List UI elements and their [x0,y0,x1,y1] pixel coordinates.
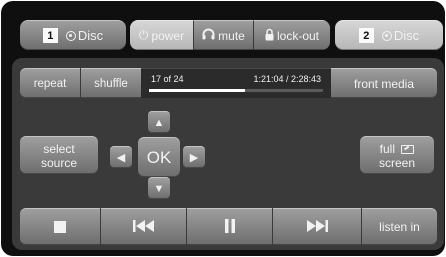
power-label: power [151,28,185,43]
track-position: 17 of 24 [151,74,184,84]
pause-icon [224,218,235,236]
progress-fill [149,89,245,92]
zone-source-label: Disc [393,28,420,43]
select-source-line1: select [43,141,75,156]
power-icon: ⏻ [138,28,149,42]
progress-bar[interactable] [149,89,323,92]
next-track-button[interactable] [273,208,361,245]
disc-icon [381,30,392,41]
zone-number: 1 [42,28,58,43]
lock-out-label: lock-out [276,28,320,43]
disc-icon [65,30,76,41]
left-arrow-button[interactable]: ◀ [110,146,132,168]
skip-next-icon [306,219,328,235]
right-arrow-button[interactable]: ▶ [183,146,205,168]
track-status: 17 of 24 1:21:04 / 2:28:43 [141,68,331,98]
full-screen-line1: full [379,141,395,156]
stop-button[interactable] [20,208,100,245]
shuffle-button[interactable]: shuffle [81,68,141,98]
previous-track-button[interactable] [101,208,186,245]
zone-1-button[interactable]: 1 Disc [20,20,126,50]
skip-previous-icon [132,219,155,235]
ok-button[interactable]: OK [138,137,180,177]
power-button[interactable]: ⏻ power [130,20,194,50]
fullscreen-icon [401,144,415,154]
elapsed-time: 1:21:04 / 2:28:43 [253,74,321,84]
up-arrow-button[interactable]: ▲ [148,111,170,133]
select-source-button[interactable]: select source [20,136,98,174]
stop-icon [54,221,66,233]
repeat-button[interactable]: repeat [20,68,80,98]
down-arrow-button[interactable]: ▼ [148,177,170,199]
mute-button[interactable]: mute [194,20,254,50]
front-media-button[interactable]: front media [331,68,437,98]
listen-in-button[interactable]: listen in [362,208,437,245]
power-mute-lock-group: ⏻ power mute lock-out [130,20,330,50]
headphones-icon [202,28,215,43]
full-screen-button[interactable]: full screen [360,136,434,174]
select-source-line2: source [40,155,78,170]
arrow-left-icon: ◀ [116,152,126,164]
arrow-down-icon: ▼ [153,182,165,195]
lock-icon [265,28,274,44]
full-screen-line1-wrap: full [380,142,415,156]
zone-source-label: Disc [77,28,104,43]
lock-out-button[interactable]: lock-out [254,20,330,50]
pause-button[interactable] [187,208,272,245]
zone-2-button[interactable]: 2 Disc [335,20,443,50]
arrow-up-icon: ▲ [153,116,165,129]
arrow-right-icon: ▶ [189,152,199,164]
full-screen-line2: screen [378,155,416,170]
zone-number: 2 [358,28,374,43]
mute-label: mute [218,28,245,43]
